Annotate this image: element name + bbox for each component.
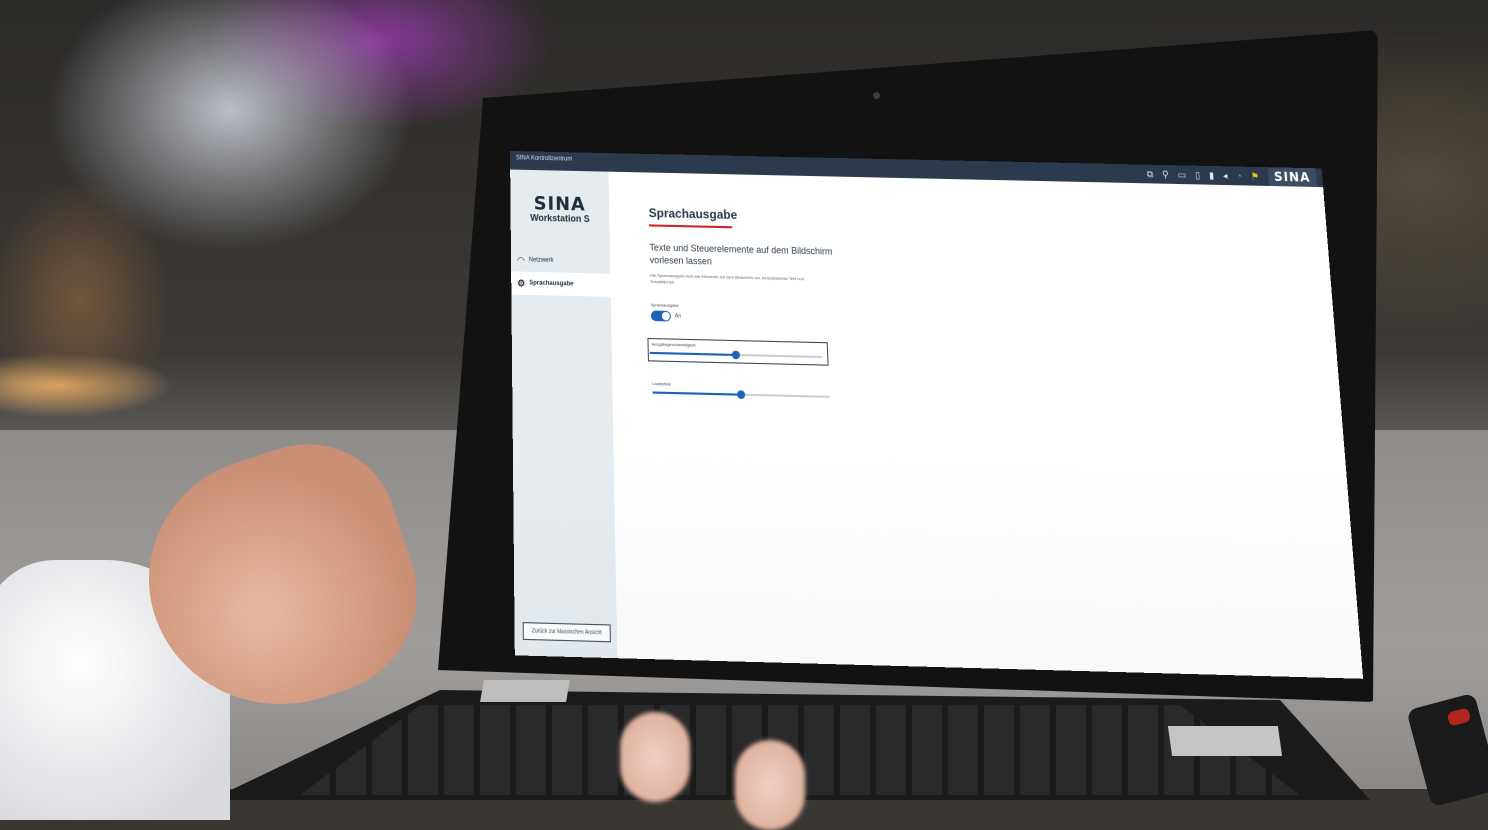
logo-subtitle: Workstation S	[530, 212, 590, 225]
wifi-icon: ◠	[516, 254, 525, 265]
brand-menu[interactable]: SINA	[1267, 167, 1318, 188]
title-underline	[648, 224, 733, 229]
gear-icon: ⚙	[517, 277, 526, 289]
monitor-icon[interactable]: ⧉	[1146, 165, 1154, 184]
window-title: SINA Kontrollzentrum	[515, 155, 573, 163]
wifi-icon[interactable]: ◔	[1236, 167, 1243, 186]
section-heading: Texte und Steuerelemente auf dem Bildsch…	[649, 242, 833, 267]
battery-icon[interactable]: ▮	[1208, 166, 1215, 185]
main-content: Sprachausgabe Texte und Steuerelemente a…	[642, 172, 1363, 678]
page-title: Sprachausgabe	[648, 205, 738, 223]
section-description: Die Sprachausgabe liest alle Elemente au…	[650, 272, 804, 285]
sidebar-item-netzwerk[interactable]: ◠ Netzwerk	[511, 248, 610, 273]
flag-icon[interactable]: ⚑	[1250, 167, 1259, 186]
sidebar-item-label: Netzwerk	[528, 257, 554, 265]
volume-label: Lautstärke	[652, 380, 672, 387]
toggle-state-text: An	[674, 313, 682, 320]
speed-slider-thumb[interactable]	[731, 350, 741, 360]
sidebar-item-label: Sprachausgabe	[529, 280, 574, 288]
logo: SINA Workstation S	[510, 192, 609, 224]
screen-area: SINA Kontrollzentrum ⧉ ⚲ ▭ ▯ ▮ ◂ ◔ ⚑ SIN…	[0, 0, 1488, 789]
sidebar-item-sprachausgabe[interactable]: ⚙ Sprachausgabe	[511, 271, 611, 297]
screen-icon[interactable]: ▭	[1177, 165, 1187, 184]
volume-slider-fill	[652, 391, 742, 396]
clipboard-icon[interactable]: ▯	[1194, 166, 1201, 185]
sidebar: SINA Workstation S ◠ Netzwerk ⚙ Sprachau…	[510, 169, 618, 659]
toggle-label: Sprachausgabe	[650, 302, 679, 308]
volume-icon[interactable]: ◂	[1222, 166, 1228, 185]
speed-label: Ausgabegeschwindigkeit	[651, 341, 696, 348]
volume-slider[interactable]	[652, 390, 830, 400]
back-to-classic-view-button[interactable]: Zurück zur klassischen Ansicht	[522, 622, 611, 643]
usb-icon[interactable]: ⚲	[1161, 165, 1169, 184]
volume-slider-thumb[interactable]	[736, 390, 746, 400]
speech-output-toggle[interactable]	[650, 310, 672, 322]
laptop-screen: SINA Kontrollzentrum ⧉ ⚲ ▭ ▯ ▮ ◂ ◔ ⚑ SIN…	[510, 151, 1364, 679]
